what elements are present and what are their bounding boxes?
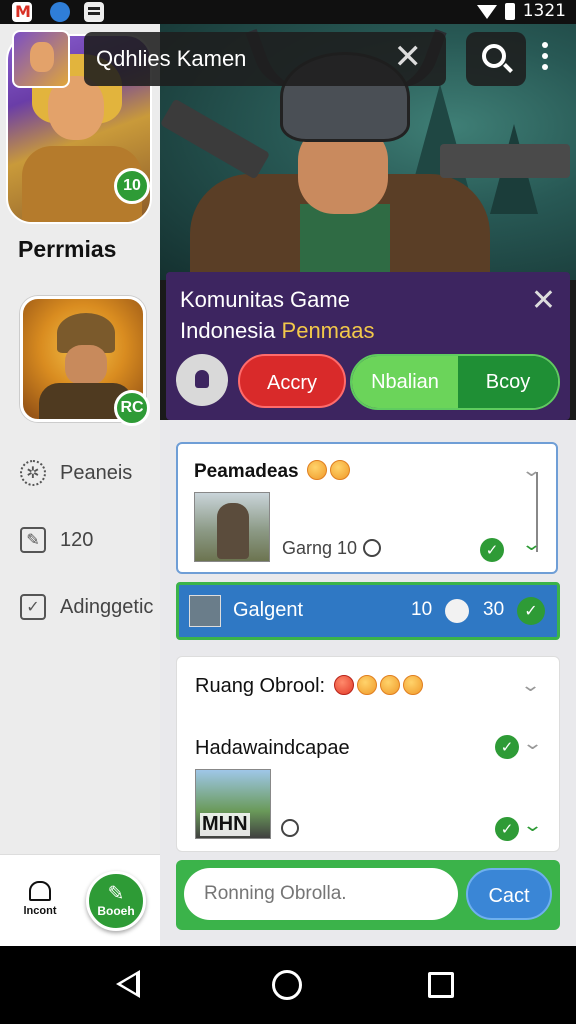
rifle-left [160, 98, 271, 180]
drawer-bottom-bar: lncont ✎ Booeh [0, 854, 160, 946]
more-vertical-icon[interactable] [538, 42, 552, 76]
chevron-down-icon[interactable]: ⌄ [522, 815, 543, 836]
smiley-icon[interactable] [281, 819, 299, 837]
emoji-icon [329, 460, 350, 480]
gmail-icon [12, 2, 32, 22]
close-icon[interactable]: ✕ [531, 286, 556, 316]
checkbox-icon: ✓ [20, 594, 46, 620]
card-subtitle: Hadawaindcapae [195, 737, 350, 759]
side-drawer: 10 Perrmias RC ✲ Peaneis ✎ 120 ✓ Adingge… [0, 24, 160, 946]
smiley-icon [445, 599, 469, 623]
status-right: 1321 [476, 1, 566, 21]
emoji-icon [306, 460, 327, 480]
emoji-icon [402, 675, 423, 695]
drawer-title: Perrmias [18, 236, 117, 262]
lock-button[interactable] [176, 354, 228, 406]
card-title-text: Ruang Obrool: [195, 675, 326, 697]
check-icon: ✓ [517, 597, 545, 625]
drawer-item-label: Adinggetic [60, 595, 154, 618]
thumbnail-image[interactable] [194, 492, 270, 562]
message-composer: Cact [176, 860, 560, 930]
emoji-icon [356, 675, 377, 695]
drawer-item-label: Peaneis [60, 461, 133, 484]
pencil-icon: ✎ [107, 883, 125, 905]
community-title: Komunitas Game Indonesia Penmaas [180, 284, 374, 346]
search-icon [482, 44, 506, 68]
rank-badge: RC [114, 390, 150, 426]
drawer-item-label: 120 [60, 528, 94, 551]
search-icon-handle [503, 63, 513, 73]
rifle-right [440, 144, 570, 178]
character-shirt [300, 204, 390, 280]
shield-icon [50, 2, 70, 22]
check-icon: ✓ [495, 735, 519, 759]
home-icon [29, 881, 51, 901]
system-nav-bar [0, 946, 576, 1024]
segment-right-button[interactable]: Bcoy [458, 356, 558, 408]
home-circle-icon[interactable] [272, 970, 302, 1000]
community-title-highlight: Penmaas [281, 318, 375, 343]
chevron-down-icon[interactable]: ⌄ [520, 675, 541, 696]
row-count: 30 [483, 599, 505, 620]
compose-fab[interactable]: ✎ Booeh [86, 871, 146, 931]
thumbnail-image[interactable]: MHN [195, 769, 271, 839]
send-button[interactable]: Cact [466, 868, 552, 920]
list-item[interactable]: Ruang Obrool: ⌄ Hadawaindcapae ✓ ⌄ MHN ✓… [176, 656, 560, 852]
drawer-item-settings[interactable]: ✲ Peaneis [20, 460, 170, 486]
card-meta: Garng 10 [282, 538, 382, 559]
avatar-face [65, 345, 107, 385]
calculator-icon [84, 2, 104, 22]
recent-apps-icon[interactable] [428, 972, 454, 998]
user-avatar[interactable] [12, 30, 70, 88]
card-title-text: Peamadeas [194, 461, 299, 482]
check-icon: ✓ [480, 538, 504, 562]
card-title: Ruang Obrool: [195, 675, 423, 698]
community-card: Komunitas Game Indonesia Penmaas ✕ Accry… [166, 272, 570, 420]
row-count: 10 [411, 599, 433, 620]
accept-button[interactable]: Accry [238, 354, 346, 408]
back-icon[interactable] [116, 970, 140, 998]
drawer-item-check[interactable]: ✓ Adinggetic [20, 594, 170, 620]
highlight-row[interactable]: Galgent 10 30 ✓ [176, 582, 560, 640]
fab-label: Booeh [97, 904, 135, 918]
segment-left-button[interactable]: Nbalian [352, 356, 458, 408]
status-time: 1321 [522, 1, 566, 21]
chevron-down-icon[interactable]: ⌄ [521, 534, 542, 555]
gear-icon: ✲ [20, 460, 46, 486]
drawer-item-edit[interactable]: ✎ 120 [20, 527, 170, 553]
search-button[interactable] [466, 32, 526, 86]
thumbnail-caption: MHN [200, 813, 250, 836]
chevron-down-icon[interactable]: ⌄ [522, 733, 543, 754]
row-thumbnail [189, 595, 221, 627]
edit-icon: ✎ [20, 527, 46, 553]
close-icon[interactable]: ✕ [394, 40, 423, 74]
emoji-icon [379, 675, 400, 695]
message-input[interactable] [184, 868, 458, 920]
chat-feed: Peamadeas Garng 10 ⌄ ✓ ⌄ Galgent 10 30 ✓… [160, 420, 576, 946]
row-label: Galgent [233, 599, 304, 621]
status-bar: 1321 [0, 0, 576, 24]
home-label: lncont [23, 905, 57, 917]
card-title: Peamadeas [194, 460, 350, 483]
search-query[interactable]: Qdhlies Kamen [96, 46, 246, 72]
search-bar[interactable]: Qdhlies Kamen ✕ [84, 32, 446, 86]
wifi-icon [476, 5, 497, 19]
level-badge: 10 [114, 168, 150, 204]
community-title-line1: Komunitas Game [180, 287, 350, 312]
chevron-down-icon[interactable]: ⌄ [521, 460, 542, 481]
emoji-icon [333, 675, 354, 695]
card-meta-text: Garng 10 [282, 538, 358, 558]
check-icon: ✓ [495, 817, 519, 841]
home-button[interactable]: lncont [14, 881, 66, 917]
list-item[interactable]: Peamadeas Garng 10 ⌄ ✓ ⌄ [176, 442, 558, 574]
smiley-icon [363, 539, 382, 557]
segmented-control: Nbalian Bcoy [350, 354, 560, 410]
battery-icon [504, 2, 515, 20]
community-title-line2: Indonesia [180, 318, 282, 343]
